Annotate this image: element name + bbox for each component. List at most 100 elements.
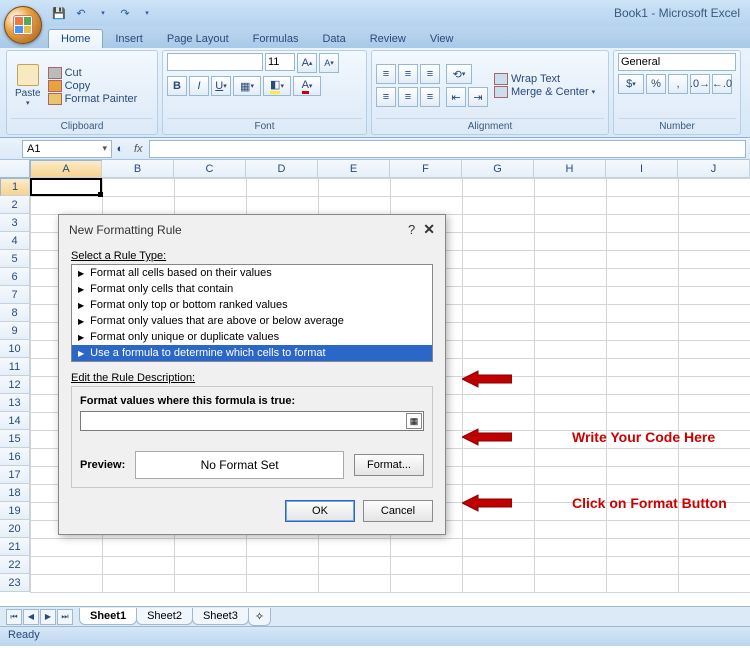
col-header-d[interactable]: D (246, 160, 318, 178)
row-header-10[interactable]: 10 (0, 340, 30, 358)
row-header-18[interactable]: 18 (0, 484, 30, 502)
format-button[interactable]: Format... (354, 454, 424, 476)
row-header-20[interactable]: 20 (0, 520, 30, 538)
align-bottom-button[interactable]: ≡ (420, 64, 440, 84)
formula-bar[interactable] (149, 140, 746, 158)
decrease-indent-button[interactable]: ⇤ (446, 87, 466, 107)
sheet-tab-1[interactable]: Sheet1 (79, 608, 137, 625)
align-middle-button[interactable]: ≡ (398, 64, 418, 84)
format-painter-button[interactable]: Format Painter (48, 93, 138, 105)
row-header-22[interactable]: 22 (0, 556, 30, 574)
tab-view[interactable]: View (418, 30, 466, 48)
cancel-button[interactable]: Cancel (363, 500, 433, 522)
undo-dropdown-icon[interactable]: ▾ (94, 4, 112, 22)
dialog-help-icon[interactable]: ? (408, 222, 415, 237)
rule-type-list[interactable]: ▶Format all cells based on their values▶… (71, 264, 433, 362)
comma-button[interactable]: , (668, 74, 688, 94)
office-button[interactable] (4, 6, 42, 44)
range-selector-icon[interactable]: ▦ (406, 413, 422, 429)
row-header-14[interactable]: 14 (0, 412, 30, 430)
bold-button[interactable]: B (167, 76, 187, 96)
sheet-nav-last[interactable]: ⏭ (57, 609, 73, 625)
copy-button[interactable]: Copy (48, 80, 138, 92)
row-header-8[interactable]: 8 (0, 304, 30, 322)
row-header-5[interactable]: 5 (0, 250, 30, 268)
row-header-1[interactable]: 1 (0, 178, 30, 196)
active-cell-a1[interactable] (30, 178, 102, 196)
undo-icon[interactable]: ↶ (72, 4, 90, 22)
row-header-21[interactable]: 21 (0, 538, 30, 556)
number-format-select[interactable] (618, 53, 736, 71)
col-header-g[interactable]: G (462, 160, 534, 178)
dialog-titlebar[interactable]: New Formatting Rule ? ✕ (59, 215, 445, 244)
rule-type-item-5[interactable]: ▶Use a formula to determine which cells … (72, 345, 432, 361)
orientation-button[interactable]: ⟲▾ (446, 64, 472, 84)
select-all-corner[interactable] (0, 160, 30, 178)
row-header-11[interactable]: 11 (0, 358, 30, 376)
col-header-i[interactable]: I (606, 160, 678, 178)
decrease-decimal-button[interactable]: ←.0 (712, 74, 732, 94)
row-header-19[interactable]: 19 (0, 502, 30, 520)
name-box[interactable]: A1 (22, 140, 112, 158)
paste-button[interactable]: Paste▾ (11, 62, 45, 109)
row-header-7[interactable]: 7 (0, 286, 30, 304)
tab-page-layout[interactable]: Page Layout (155, 30, 241, 48)
col-header-e[interactable]: E (318, 160, 390, 178)
qat-customize-icon[interactable]: ▾ (138, 4, 156, 22)
rule-type-item-3[interactable]: ▶Format only values that are above or be… (72, 313, 432, 329)
sheet-nav-prev[interactable]: ◀ (23, 609, 39, 625)
italic-button[interactable]: I (189, 76, 209, 96)
grow-font-button[interactable]: A▴ (297, 53, 317, 73)
row-header-17[interactable]: 17 (0, 466, 30, 484)
cancel-formula-icon[interactable]: ◐ (112, 139, 128, 159)
col-header-b[interactable]: B (102, 160, 174, 178)
sheet-nav-first[interactable]: ⏮ (6, 609, 22, 625)
rule-type-item-0[interactable]: ▶Format all cells based on their values (72, 265, 432, 281)
tab-review[interactable]: Review (358, 30, 418, 48)
row-header-12[interactable]: 12 (0, 376, 30, 394)
tab-data[interactable]: Data (310, 30, 357, 48)
tab-home[interactable]: Home (48, 29, 103, 48)
row-header-3[interactable]: 3 (0, 214, 30, 232)
sheet-tab-3[interactable]: Sheet3 (192, 608, 249, 625)
rule-type-item-1[interactable]: ▶Format only cells that contain (72, 281, 432, 297)
align-right-button[interactable]: ≡ (420, 87, 440, 107)
fx-icon[interactable]: fx (134, 143, 143, 155)
redo-icon[interactable]: ↷ (116, 4, 134, 22)
tab-formulas[interactable]: Formulas (241, 30, 311, 48)
save-icon[interactable]: 💾 (50, 4, 68, 22)
fill-color-button[interactable]: ◧▾ (263, 76, 291, 96)
row-header-4[interactable]: 4 (0, 232, 30, 250)
font-color-button[interactable]: A▾ (293, 76, 321, 96)
font-name-select[interactable] (167, 53, 263, 71)
row-header-6[interactable]: 6 (0, 268, 30, 286)
rule-type-item-4[interactable]: ▶Format only unique or duplicate values (72, 329, 432, 345)
col-header-h[interactable]: H (534, 160, 606, 178)
underline-button[interactable]: U▾ (211, 76, 231, 96)
row-header-2[interactable]: 2 (0, 196, 30, 214)
col-header-a[interactable]: A (30, 160, 102, 178)
shrink-font-button[interactable]: A▾ (319, 53, 339, 73)
cut-button[interactable]: Cut (48, 67, 138, 79)
dialog-close-icon[interactable]: ✕ (423, 221, 435, 238)
ok-button[interactable]: OK (285, 500, 355, 522)
tab-insert[interactable]: Insert (103, 30, 155, 48)
percent-button[interactable]: % (646, 74, 666, 94)
increase-decimal-button[interactable]: .0→ (690, 74, 710, 94)
row-header-23[interactable]: 23 (0, 574, 30, 592)
row-header-16[interactable]: 16 (0, 448, 30, 466)
font-size-select[interactable] (265, 53, 295, 71)
increase-indent-button[interactable]: ⇥ (468, 87, 488, 107)
row-header-13[interactable]: 13 (0, 394, 30, 412)
align-center-button[interactable]: ≡ (398, 87, 418, 107)
border-button[interactable]: ▦▾ (233, 76, 261, 96)
merge-center-button[interactable]: Merge & Center▾ (494, 86, 595, 98)
rule-type-item-2[interactable]: ▶Format only top or bottom ranked values (72, 297, 432, 313)
col-header-j[interactable]: J (678, 160, 750, 178)
align-top-button[interactable]: ≡ (376, 64, 396, 84)
new-sheet-button[interactable]: ✧ (248, 608, 271, 626)
currency-button[interactable]: $▾ (618, 74, 644, 94)
formula-input[interactable] (80, 411, 424, 431)
row-header-15[interactable]: 15 (0, 430, 30, 448)
sheet-nav-next[interactable]: ▶ (40, 609, 56, 625)
